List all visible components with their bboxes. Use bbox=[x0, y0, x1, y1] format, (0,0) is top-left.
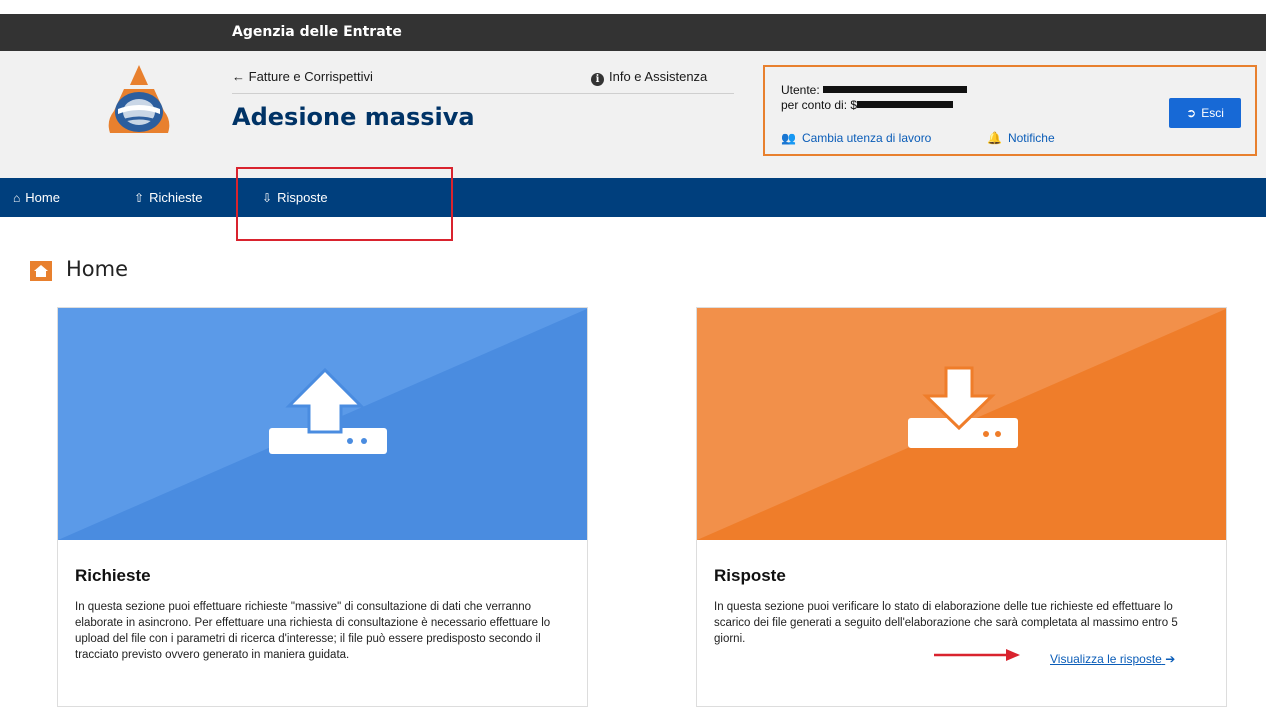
nav-item-richieste[interactable]: ⇧ Richieste bbox=[134, 178, 203, 218]
home-section-icon bbox=[30, 261, 52, 281]
header-divider bbox=[232, 93, 734, 94]
top-bar: Agenzia delle Entrate bbox=[0, 14, 1266, 51]
agency-name: Agenzia delle Entrate bbox=[232, 24, 402, 40]
card-richieste-title: Richieste bbox=[75, 566, 151, 585]
upload-icon: ⇧ bbox=[134, 191, 145, 205]
card-richieste-image bbox=[58, 308, 587, 540]
card-risposte-text: In questa sezione puoi verificare lo sta… bbox=[714, 601, 1178, 645]
user-panel: Utente: per conto di: $ 👥 Cambia utenza d… bbox=[763, 65, 1257, 156]
nav-richieste-label: Richieste bbox=[149, 190, 203, 205]
cambia-utenza-link[interactable]: 👥 Cambia utenza di lavoro bbox=[781, 131, 931, 145]
user-row: Utente: bbox=[781, 83, 968, 97]
visualizza-label: Visualizza le risposte bbox=[1050, 652, 1162, 666]
card-richieste[interactable]: Richieste In questa sezione puoi effettu… bbox=[57, 307, 588, 707]
users-icon: 👥 bbox=[781, 131, 796, 145]
card-risposte-title: Risposte bbox=[714, 566, 786, 585]
conto-row: per conto di: $ bbox=[781, 98, 954, 112]
cambia-utenza-label: Cambia utenza di lavoro bbox=[801, 131, 932, 145]
bell-icon: 🔔 bbox=[987, 131, 1002, 145]
notifiche-label: Notifiche bbox=[1007, 131, 1055, 145]
notifiche-link[interactable]: 🔔 Notifiche bbox=[987, 131, 1055, 145]
pointer-arrow-icon bbox=[934, 649, 1020, 661]
info-assistenza-link[interactable]: i Info e Assistenza bbox=[591, 69, 707, 86]
back-link-label: Fatture e Corrispettivi bbox=[248, 69, 373, 84]
header: ← Fatture e Corrispettivi Adesione massi… bbox=[0, 51, 1266, 178]
conto-prefix: $ bbox=[850, 98, 858, 112]
nav-item-home[interactable]: ⌂ Home bbox=[13, 178, 60, 218]
esci-label: Esci bbox=[1201, 106, 1224, 120]
logout-icon: ➲ bbox=[1186, 106, 1197, 120]
conto-label: per conto di: bbox=[781, 98, 848, 112]
page-title: Adesione massiva bbox=[232, 103, 475, 131]
info-label: Info e Assistenza bbox=[609, 69, 708, 84]
redacted-username bbox=[823, 86, 968, 93]
card-richieste-text: In questa sezione puoi effettuare richie… bbox=[75, 601, 551, 661]
agenzia-logo bbox=[108, 65, 170, 133]
highlight-box bbox=[236, 167, 453, 241]
utente-label: Utente: bbox=[781, 83, 820, 97]
redacted-conto bbox=[857, 101, 954, 108]
section-title: Home bbox=[66, 257, 129, 281]
card-risposte-image bbox=[697, 308, 1226, 540]
arrow-right-icon: ➔ bbox=[1165, 652, 1176, 666]
visualizza-risposte-link[interactable]: Visualizza le risposte ➔ bbox=[1050, 652, 1175, 666]
main-nav: ⌂ Home ⇧ Richieste ⇩ Risposte bbox=[0, 178, 1266, 217]
arrow-left-icon: ← bbox=[232, 69, 245, 84]
home-icon: ⌂ bbox=[13, 191, 21, 205]
back-link-fatture[interactable]: ← Fatture e Corrispettivi bbox=[232, 69, 373, 84]
esci-button[interactable]: ➲ Esci bbox=[1169, 98, 1241, 128]
info-icon: i bbox=[591, 73, 604, 86]
card-risposte[interactable]: Risposte In questa sezione puoi verifica… bbox=[696, 307, 1227, 707]
nav-home-label: Home bbox=[25, 190, 60, 205]
